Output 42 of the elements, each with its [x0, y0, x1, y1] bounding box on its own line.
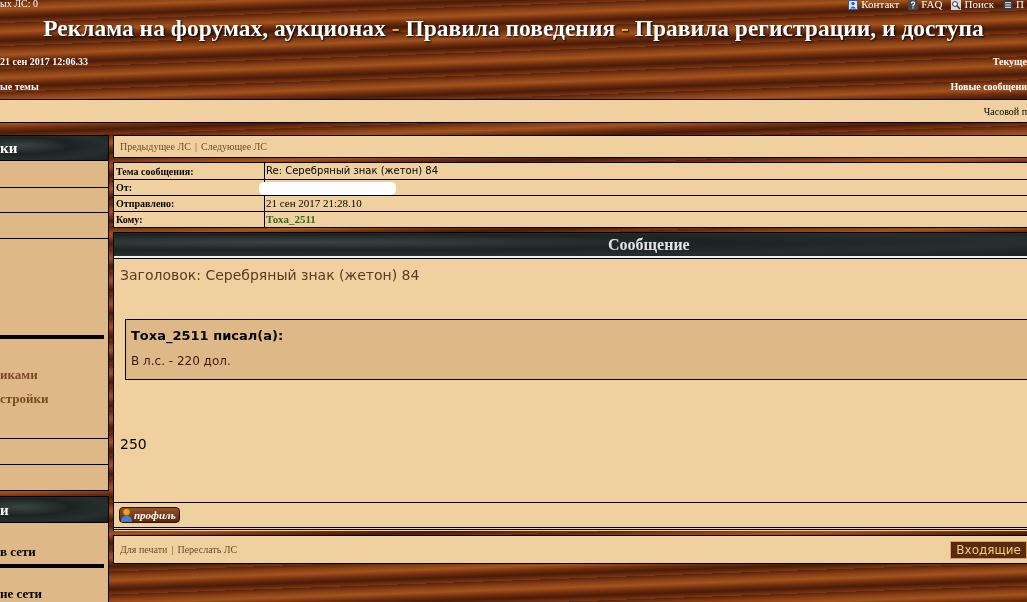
message-subject: Заголовок: Серебряный знак (жетон) 84 — [120, 267, 421, 284]
sidebar-link[interactable]: иками — [0, 367, 108, 383]
top-nav-link[interactable]: Поиск — [951, 0, 995, 10]
help-icon — [908, 0, 919, 10]
next-message-link[interactable]: Следующее ЛС — [200, 139, 268, 154]
user-icon — [120, 508, 133, 522]
timezone-text: Часовой п — [983, 104, 1027, 119]
header-link[interactable]: Новые сообщени — [950, 81, 1027, 93]
message-header-title: Сообщение — [608, 235, 690, 254]
unread-messages-text: ых ЛС: 0 — [0, 0, 38, 9]
header-info-text: 21 сен 2017 12:06.33 — [0, 56, 89, 68]
separator-text: | — [171, 543, 174, 557]
field-label: От: — [116, 181, 133, 195]
header-info-text: ые темы — [0, 81, 39, 93]
header-link[interactable]: Текуще — [992, 56, 1027, 68]
page-title: Реклама на форумах, аукционах - Правила поведения - Правила регистрации, и доступа — [42, 14, 985, 43]
separator-text: | — [194, 140, 197, 154]
top-nav-link[interactable]: FAQ — [908, 0, 943, 10]
inbox-button[interactable]: Входящие — [950, 540, 1027, 559]
top-nav-link[interactable]: П — [1003, 0, 1024, 10]
top-nav-link[interactable]: Контакт — [848, 0, 900, 10]
quote-author: Тоха_2511 писал(а): — [131, 328, 285, 344]
profile-button[interactable]: профиль — [119, 507, 180, 523]
list-icon — [1003, 0, 1014, 10]
field-label: Тема сообщения: — [116, 164, 194, 179]
sidebar-label: в сети — [0, 544, 37, 560]
previous-message-link[interactable]: Предыдущее ЛС — [120, 139, 191, 154]
forward-link[interactable]: Переслать ЛС — [177, 542, 238, 557]
field-label: Кому: — [116, 213, 143, 227]
recipient-link[interactable]: Тоха_2511 — [266, 212, 316, 227]
sidebar-label: не сети — [0, 586, 44, 602]
sidebar-title: и — [0, 500, 9, 519]
field-label: Отправлено: — [116, 197, 175, 211]
message-body-text: 250 — [120, 436, 148, 453]
quote-text: В л.с. - 220 дол. — [131, 354, 232, 368]
search-icon — [951, 0, 962, 10]
sidebar-link[interactable]: стройки — [0, 391, 108, 407]
sidebar-title: ки — [0, 139, 18, 157]
print-link[interactable]: Для печати — [120, 542, 168, 557]
user-icon — [848, 0, 859, 10]
sent-date-text: 21 сен 2017 21:28.10 — [266, 196, 362, 211]
subject-text: Re: Серебряный знак (жетон) 84 — [266, 164, 439, 178]
